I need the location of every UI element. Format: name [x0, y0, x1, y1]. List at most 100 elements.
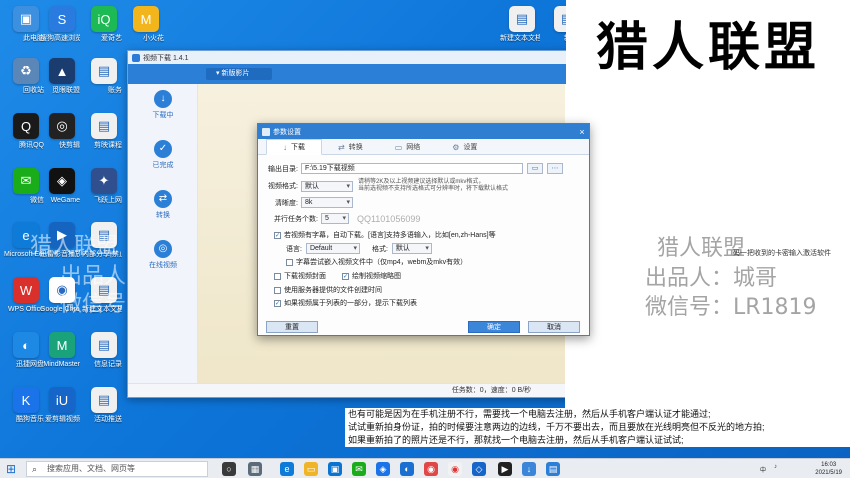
chrome-icon[interactable]: ◉ [448, 462, 462, 476]
lang-select[interactable]: Default [305, 243, 360, 254]
app-icon: ▤ [91, 277, 117, 303]
app-icon: M [133, 6, 159, 32]
sidebar-item-convert[interactable]: ⇄ 转换 [128, 190, 198, 220]
sidebar-item-label: 转换 [156, 212, 170, 219]
brand-logo-text: 猎人联盟 [595, 17, 820, 78]
edge-icon[interactable]: e [280, 462, 294, 476]
tab-download[interactable]: ↓ 下载 [266, 139, 322, 155]
desktop-icon[interactable]: ▤ 活动推送 [82, 387, 126, 424]
app-icon: W [13, 277, 39, 303]
search-icon: ⌕ [32, 464, 38, 474]
desktop-icon[interactable]: ▤ 内部分享|禁止商用 [82, 222, 126, 259]
format-hint: 请稍等2K及以上视频建议选择默认或mkv格式， 当前选视频不支持所选格式可分辨率… [353, 179, 508, 193]
desktop-icon[interactable]: ▤ 新建文本文档 [500, 6, 544, 43]
volume-icon[interactable]: ♪ [774, 464, 777, 470]
widgets-icon[interactable]: ▦ [248, 462, 262, 476]
desktop-icon[interactable]: M 小火花 [124, 6, 168, 43]
parallel-stepper[interactable]: 5 [320, 213, 349, 224]
desktop-icon-label: 回收站 [23, 87, 44, 94]
subtitle-label: 若视频有字幕，自动下载。[语言]支持多语输入，比如[en,zh-Hans]等 [284, 232, 496, 239]
cancel-button[interactable]: 取消 [528, 321, 580, 333]
cover-checkbox[interactable] [274, 272, 281, 280]
desktop-icon[interactable]: ▤ 新建文本文档 [82, 277, 126, 314]
embed-label: 字幕尝试嵌入视频文件中（仅mp4，webm及mkv有效） [296, 259, 468, 266]
app-icon: e [13, 222, 39, 248]
sidebar-item-online-video[interactable]: ◎ 在线视频 [128, 240, 198, 270]
desktop-icon[interactable]: ✦ 飞跃上网 [82, 168, 126, 205]
desktop-icon[interactable]: ◉ Google Chrome [40, 277, 84, 314]
playlist-checkbox[interactable]: ✓ [274, 299, 281, 307]
taskbar-search-input[interactable]: ⌕ 搜索应用、文档、网页等 [26, 461, 208, 477]
download-icon: ↓ [283, 142, 287, 152]
windows-start-icon[interactable]: ⊞ [4, 462, 18, 476]
desktop-icon[interactable]: ◈ WeGame [40, 168, 84, 205]
cover-row: 下载视频封面 ✓ 绘制视频缩略图 [274, 271, 401, 281]
desktop-icon[interactable]: ▤ 剪映课程 [82, 113, 126, 150]
app-icon: ◈ [49, 168, 75, 194]
reset-button[interactable]: 重置 [266, 321, 318, 333]
wechat-icon[interactable]: ✉ [352, 462, 366, 476]
folder-browse-icon[interactable]: ⋯ [547, 163, 563, 174]
settings-tabs: ↓ 下载 ⇄ 转换 ▭ 网络 ⚙ 设置 [258, 139, 589, 155]
sidebar-item-completed[interactable]: ✓ 已完成 [128, 140, 198, 170]
tab-convert[interactable]: ⇄ 转换 [322, 139, 379, 155]
app-sidebar: ↓ 下载中 ✓ 已完成 ⇄ 转换 ◎ 在线视频 [128, 84, 198, 397]
mail-icon[interactable]: ◈ [376, 462, 390, 476]
desktop-icon-label: 小火花 [143, 35, 164, 42]
downloader-icon[interactable]: ↓ [522, 462, 536, 476]
hint-line: 当前选视频不支持所选格式可分辨率时，将下载默认格式 [358, 186, 509, 192]
app-icon[interactable]: ◉ [424, 462, 438, 476]
task-view-icon[interactable]: ○ [222, 462, 236, 476]
close-icon[interactable]: × [575, 127, 589, 137]
sidebar-item-downloading[interactable]: ↓ 下载中 [128, 90, 198, 120]
desktop-icon[interactable]: S 搜狗高速浏览器 [40, 6, 84, 43]
video-app-icon[interactable]: ▶ [498, 462, 512, 476]
desktop-icon[interactable]: ▲ 觅眼联盟 [40, 58, 84, 95]
app-icon: ◉ [49, 277, 75, 303]
lang-label: 语言: [286, 245, 302, 253]
version-dropdown[interactable]: ▾ 新版影片 [206, 68, 272, 80]
clock[interactable]: 16:03 2021/5/19 [815, 461, 842, 477]
app-icon: ▣ [13, 6, 39, 32]
app-icon[interactable]: ◇ [472, 462, 486, 476]
note-line: 也有可能是因为在手机注册不行，需要找一个电脑去注册，然后从手机客户端认证才能通过… [348, 409, 711, 419]
desktop-icon[interactable]: ▤ 账务 [82, 58, 126, 95]
desktop-icon-label: 觅眼联盟 [52, 87, 80, 94]
thumbnail-checkbox[interactable]: ✓ [342, 272, 349, 280]
gear-icon: ⚙ [452, 142, 460, 152]
search-placeholder: 搜索应用、文档、网页等 [47, 464, 135, 473]
quality-row: 清晰度: 8k [258, 197, 353, 208]
app-icon: iU [49, 387, 75, 413]
settings-body: 输出目录: F:\5.19下载视频 ▭ ⋯ 视频格式: 默认 请稍等2K及以上视… [258, 155, 589, 337]
app-icon: ♻ [13, 58, 39, 84]
ok-button[interactable]: 确定 [468, 321, 520, 333]
tab-network[interactable]: ▭ 网络 [379, 139, 437, 155]
store-icon[interactable]: ▣ [328, 462, 342, 476]
file-explorer-icon[interactable]: ▭ [304, 462, 318, 476]
app-icon[interactable]: ▤ [546, 462, 560, 476]
desktop-icon[interactable]: ▶ 迅雷影音播放器 [40, 222, 84, 259]
desktop-icon[interactable]: M MindMaster [40, 332, 84, 369]
desktop-icon[interactable]: ◎ 快剪辑 [40, 113, 84, 150]
embed-checkbox[interactable] [286, 258, 293, 266]
desktop-icon-label: 新建文本文档 [82, 306, 122, 313]
output-dir-input[interactable]: F:\5.19下载视频 [301, 163, 523, 174]
tab-settings[interactable]: ⚙ 设置 [436, 139, 493, 155]
dialog-footer: 重置 确定 取消 [258, 317, 589, 337]
format-select[interactable]: 默认 [301, 180, 353, 192]
download-icon: ↓ [154, 90, 172, 108]
quality-select[interactable]: 8k [301, 197, 353, 208]
subfmt-select[interactable]: 默认 [391, 243, 432, 254]
subtitle-checkbox[interactable]: ✓ [274, 231, 281, 239]
folder-open-icon[interactable]: ▭ [527, 163, 543, 174]
ime-indicator[interactable]: 中 [760, 465, 766, 474]
desktop-icon-label: 此电脑 [23, 35, 44, 42]
server-time-checkbox[interactable] [274, 286, 281, 294]
desktop-icon[interactable]: iU 爱剪辑视频 [40, 387, 84, 424]
parallel-label: 并行任务个数: [274, 215, 318, 223]
app-icon[interactable]: ◐ [400, 462, 414, 476]
desktop-icon-label: 爱奇艺 [101, 35, 122, 42]
desktop-icon[interactable]: ▤ 信息记录 [82, 332, 126, 369]
server-time-row: 使用服务器提供的文件创建时间 [274, 285, 382, 295]
desktop-icon[interactable]: iQ 爱奇艺 [82, 6, 126, 43]
